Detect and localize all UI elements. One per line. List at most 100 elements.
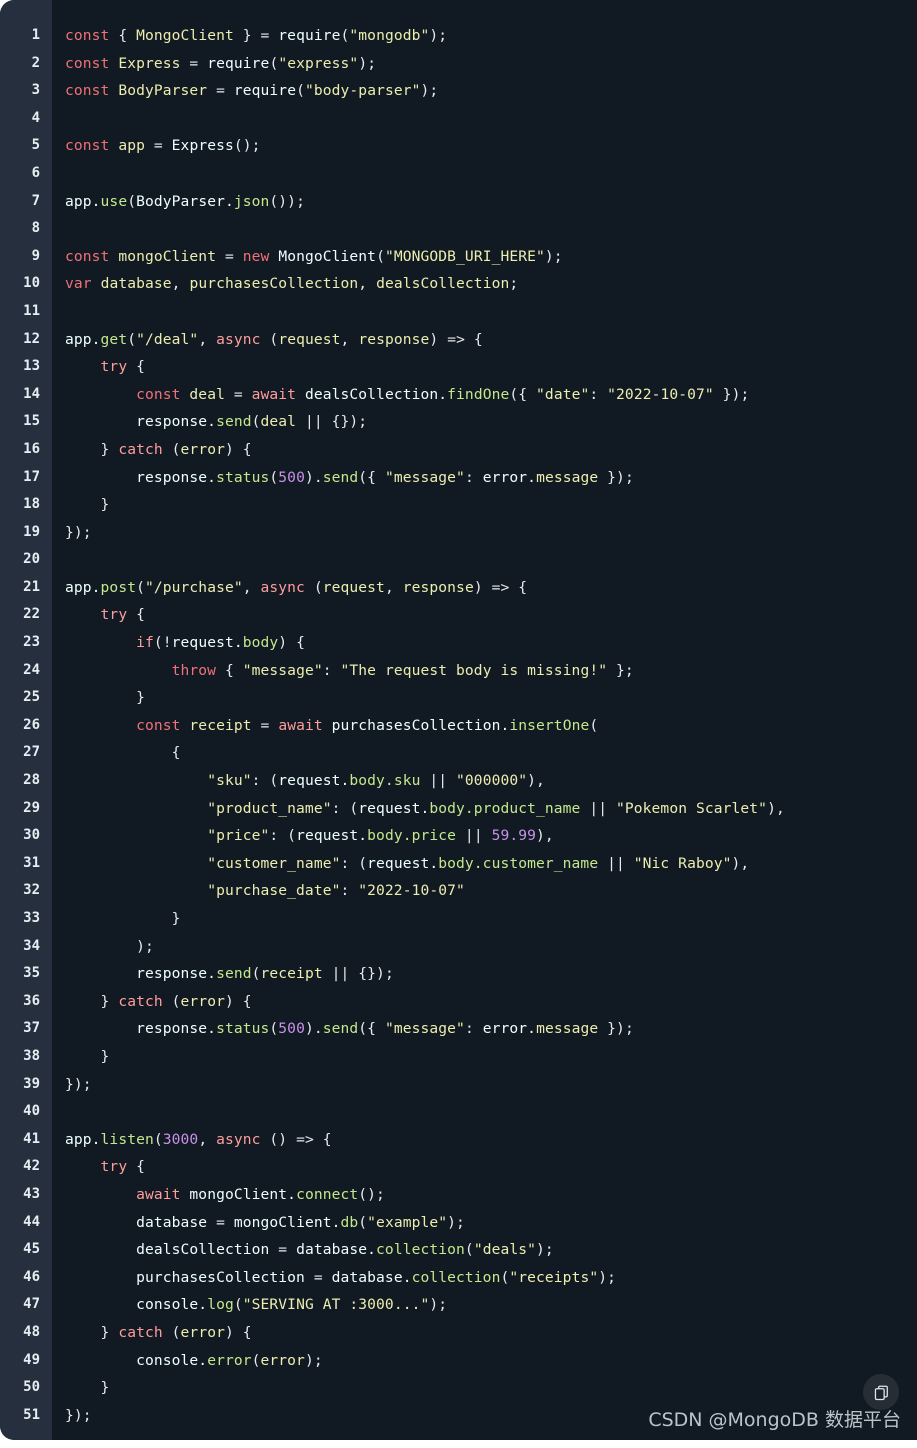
line-content[interactable]: { [52, 739, 181, 767]
line-content[interactable]: const { MongoClient } = require("mongodb… [52, 22, 447, 50]
line-content[interactable]: dealsCollection = database.collection("d… [52, 1236, 554, 1264]
line-content[interactable]: "product_name": (request.body.product_na… [52, 795, 785, 823]
line-content[interactable]: const receipt = await purchasesCollectio… [52, 712, 598, 740]
code-token: } [65, 910, 181, 927]
code-token: request. [367, 854, 439, 872]
line-content[interactable]: app.use(BodyParser.json()); [52, 188, 305, 216]
code-token: ) { [224, 1323, 252, 1341]
line-content[interactable]: } [52, 905, 181, 933]
code-token: || [598, 854, 634, 872]
code-token: collection [376, 1241, 465, 1259]
line-content[interactable]: response.status(500).send({ "message": e… [52, 1015, 634, 1043]
code-token: const [136, 716, 181, 734]
line-content[interactable]: } [52, 1374, 110, 1402]
line-content[interactable]: }); [52, 1402, 92, 1430]
line-content[interactable]: } [52, 491, 110, 519]
line-number: 36 [23, 992, 40, 1009]
line-content[interactable]: response.send(receipt || {}); [52, 960, 394, 988]
code-token: body.price [367, 827, 457, 845]
code-token: ( [260, 330, 279, 348]
line-content[interactable]: const app = Express(); [52, 132, 261, 160]
line-content[interactable]: await mongoClient.connect(); [52, 1181, 385, 1209]
line-content[interactable] [52, 1098, 74, 1126]
code-token: response. [136, 413, 217, 431]
line-content[interactable]: response.send(deal || {}); [52, 408, 367, 436]
code-token: ( [304, 578, 323, 596]
line-content[interactable]: app.get("/deal", async (request, respons… [52, 326, 483, 354]
code-token: }); [65, 523, 92, 541]
line-content[interactable]: "customer_name": (request.body.customer_… [52, 850, 749, 878]
line-content[interactable]: response.status(500).send({ "message": e… [52, 464, 634, 492]
line-content[interactable]: var database, purchasesCollection, deals… [52, 270, 518, 298]
line-number: 28 [23, 772, 40, 789]
code-token: await [278, 716, 323, 734]
code-line: 47 console.log("SERVING AT :3000..."); [0, 1291, 917, 1319]
code-token: { [216, 661, 243, 679]
code-content[interactable]: 1 const { MongoClient } = require("mongod… [0, 0, 917, 1429]
code-token: response [402, 578, 474, 596]
code-token: } [65, 496, 110, 514]
line-content[interactable]: "purchase_date": "2022-10-07" [52, 877, 465, 905]
code-token: purchasesCollection [136, 1268, 305, 1286]
line-content[interactable]: try { [52, 353, 145, 381]
line-number: 29 [23, 799, 40, 816]
code-token: request. [171, 634, 243, 652]
code-token: = [207, 1213, 234, 1231]
line-content[interactable] [52, 298, 74, 326]
line-content[interactable]: const mongoClient = new MongoClient("MON… [52, 243, 563, 271]
line-content[interactable] [52, 160, 74, 188]
line-content[interactable]: } [52, 684, 145, 712]
line-content[interactable]: console.log("SERVING AT :3000..."); [52, 1291, 447, 1319]
code-token: : [340, 882, 359, 900]
line-number: 14 [23, 385, 40, 402]
line-number: 7 [31, 192, 40, 209]
code-token: ( [162, 992, 181, 1010]
line-content[interactable]: try { [52, 601, 145, 629]
code-token: app. [65, 578, 101, 596]
line-content[interactable]: } catch (error) { [52, 988, 252, 1016]
line-content[interactable] [52, 105, 74, 133]
line-content[interactable]: console.error(error); [52, 1347, 323, 1375]
line-content[interactable]: throw { "message": "The request body is … [52, 657, 634, 685]
code-line: 11 [0, 298, 917, 326]
line-content[interactable]: database = mongoClient.db("example"); [52, 1209, 465, 1237]
line-content[interactable]: ); [52, 933, 154, 961]
code-token: ( [233, 1296, 243, 1314]
line-content[interactable]: } [52, 1043, 110, 1071]
line-content[interactable]: const BodyParser = require("body-parser"… [52, 77, 438, 105]
line-content[interactable]: try { [52, 1153, 145, 1181]
code-token: send [216, 413, 252, 431]
code-token: ( [127, 330, 137, 348]
line-content[interactable]: } catch (error) { [52, 1319, 252, 1347]
line-content[interactable]: app.listen(3000, async () => { [52, 1126, 332, 1154]
code-line: 15 response.send(deal || {}); [0, 408, 917, 436]
code-token: ), [767, 799, 785, 817]
code-token: ) => { [429, 330, 483, 348]
code-token: , [242, 578, 261, 596]
code-token: : [464, 1020, 483, 1038]
line-content[interactable] [52, 546, 74, 574]
line-number: 17 [23, 468, 40, 485]
line-content[interactable]: "price": (request.body.price || 59.99), [52, 822, 554, 850]
line-content[interactable]: if(!request.body) { [52, 629, 305, 657]
line-content[interactable]: } catch (error) { [52, 436, 252, 464]
line-content[interactable] [52, 215, 74, 243]
code-token: new [242, 247, 270, 265]
code-token: message [536, 468, 599, 486]
line-content[interactable]: const deal = await dealsCollection.findO… [52, 381, 749, 409]
code-token: }); [598, 468, 634, 486]
line-content[interactable]: const Express = require("express"); [52, 50, 376, 78]
line-content[interactable]: app.post("/purchase", async (request, re… [52, 574, 527, 602]
code-token: ( [153, 1130, 163, 1148]
line-content[interactable]: purchasesCollection = database.collectio… [52, 1264, 616, 1292]
code-token: "Pokemon Scarlet" [616, 799, 768, 817]
line-content[interactable]: "sku": (request.body.sku || "000000"), [52, 767, 545, 795]
line-content[interactable]: }); [52, 1071, 92, 1099]
code-token: request [322, 578, 385, 596]
code-line: 40 [0, 1098, 917, 1126]
line-content[interactable]: }); [52, 519, 92, 547]
